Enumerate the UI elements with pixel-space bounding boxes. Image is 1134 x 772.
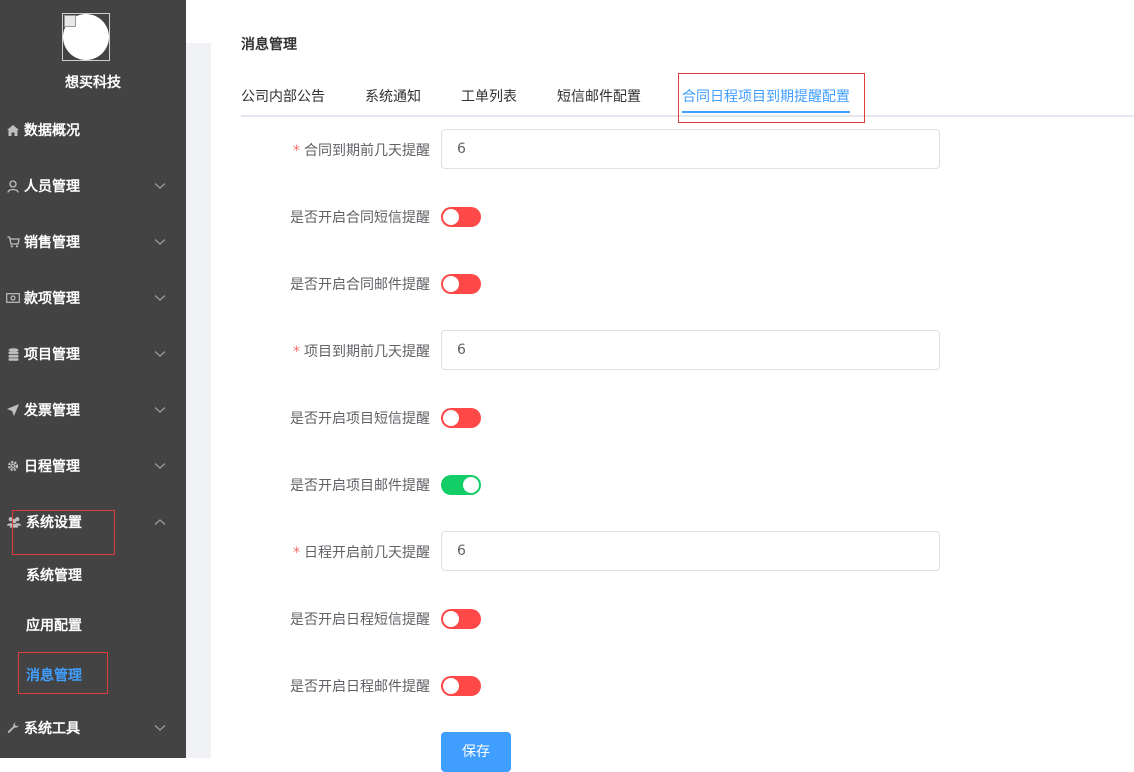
sidebar: 想买科技 数据概况 人员管理 销售管理 款项管理 项目管理 发票管理 日程管理 … [0,0,186,758]
contract-email-label: 是否开启合同邮件提醒 [290,277,430,293]
sidebar-item-system-tools[interactable]: 系统工具 [0,700,186,756]
schedule-email-switch[interactable] [441,676,481,696]
required-asterisk: * [293,545,300,561]
sidebar-item-dashboard[interactable]: 数据概况 [0,102,186,158]
project-days-input[interactable]: 6 [441,330,940,370]
logo [62,13,110,61]
sidebar-subitem-label: 应用配置 [26,618,82,634]
contract-sms-label: 是否开启合同短信提醒 [290,210,430,226]
sidebar-subitem-system-management[interactable]: 系统管理 [0,550,186,600]
gear-icon [6,459,20,473]
sidebar-item-invoices[interactable]: 发票管理 [0,382,186,438]
schedule-sms-label: 是否开启日程短信提醒 [290,612,430,628]
required-asterisk: * [293,143,300,159]
tab-work-orders[interactable]: 工单列表 [461,86,517,106]
chevron-down-icon [154,725,166,731]
sidebar-item-label: 日程管理 [24,459,80,475]
save-button[interactable]: 保存 [441,732,511,772]
chevron-down-icon [154,407,166,413]
broken-image-icon [64,15,76,27]
switch-knob [443,611,459,627]
sidebar-item-schedule[interactable]: 日程管理 [0,438,186,494]
chevron-up-icon [154,519,166,525]
sidebar-item-sales[interactable]: 销售管理 [0,214,186,270]
contract-email-switch[interactable] [441,274,481,294]
switch-knob [443,678,459,694]
highlight-box-system-settings [12,510,115,555]
sidebar-item-label: 人员管理 [24,179,80,195]
page-title: 消息管理 [241,37,297,53]
cart-icon [6,235,20,249]
tab-system-notifications[interactable]: 系统通知 [365,86,421,106]
project-email-label: 是否开启项目邮件提醒 [290,478,430,494]
sidebar-item-personnel[interactable]: 人员管理 [0,158,186,214]
tab-sms-email-config[interactable]: 短信邮件配置 [557,86,641,106]
wrench-icon [6,721,20,735]
sidebar-item-label: 系统工具 [24,721,80,737]
switch-knob [443,410,459,426]
home-icon [6,123,20,137]
sidebar-item-label: 销售管理 [24,235,80,251]
contract-days-label: * 合同到期前几天提醒 [293,143,430,159]
schedule-days-label: * 日程开启前几天提醒 [293,545,430,561]
sidebar-item-label: 发票管理 [24,403,80,419]
chevron-down-icon [154,351,166,357]
project-sms-label: 是否开启项目短信提醒 [290,411,430,427]
project-email-switch[interactable] [441,475,481,495]
content-gutter [186,43,211,758]
contract-days-input[interactable]: 6 [441,129,940,169]
sidebar-item-projects[interactable]: 项目管理 [0,326,186,382]
user-icon [6,179,20,193]
project-sms-switch[interactable] [441,408,481,428]
highlight-box-active-tab [678,73,865,123]
sidebar-subitem-app-config[interactable]: 应用配置 [0,600,186,650]
required-asterisk: * [293,344,300,360]
chevron-down-icon [154,239,166,245]
schedule-email-label: 是否开启日程邮件提醒 [290,679,430,695]
money-icon [6,291,20,305]
sidebar-item-label: 数据概况 [24,123,80,139]
schedule-days-input[interactable]: 6 [441,531,940,571]
contract-sms-switch[interactable] [441,207,481,227]
switch-knob [443,276,459,292]
tab-company-announcements[interactable]: 公司内部公告 [241,86,325,106]
sidebar-subitem-label: 系统管理 [26,568,82,584]
database-icon [6,347,20,361]
chevron-down-icon [154,463,166,469]
switch-knob [463,477,479,493]
sidebar-item-payments[interactable]: 款项管理 [0,270,186,326]
brand-name: 想买科技 [65,75,121,91]
project-days-label: * 项目到期前几天提醒 [293,344,430,360]
send-icon [6,403,20,417]
schedule-sms-switch[interactable] [441,609,481,629]
highlight-box-message-management [18,652,108,694]
sidebar-item-label: 项目管理 [24,347,80,363]
chevron-down-icon [154,183,166,189]
sidebar-item-label: 款项管理 [24,291,80,307]
switch-knob [443,209,459,225]
chevron-down-icon [154,295,166,301]
